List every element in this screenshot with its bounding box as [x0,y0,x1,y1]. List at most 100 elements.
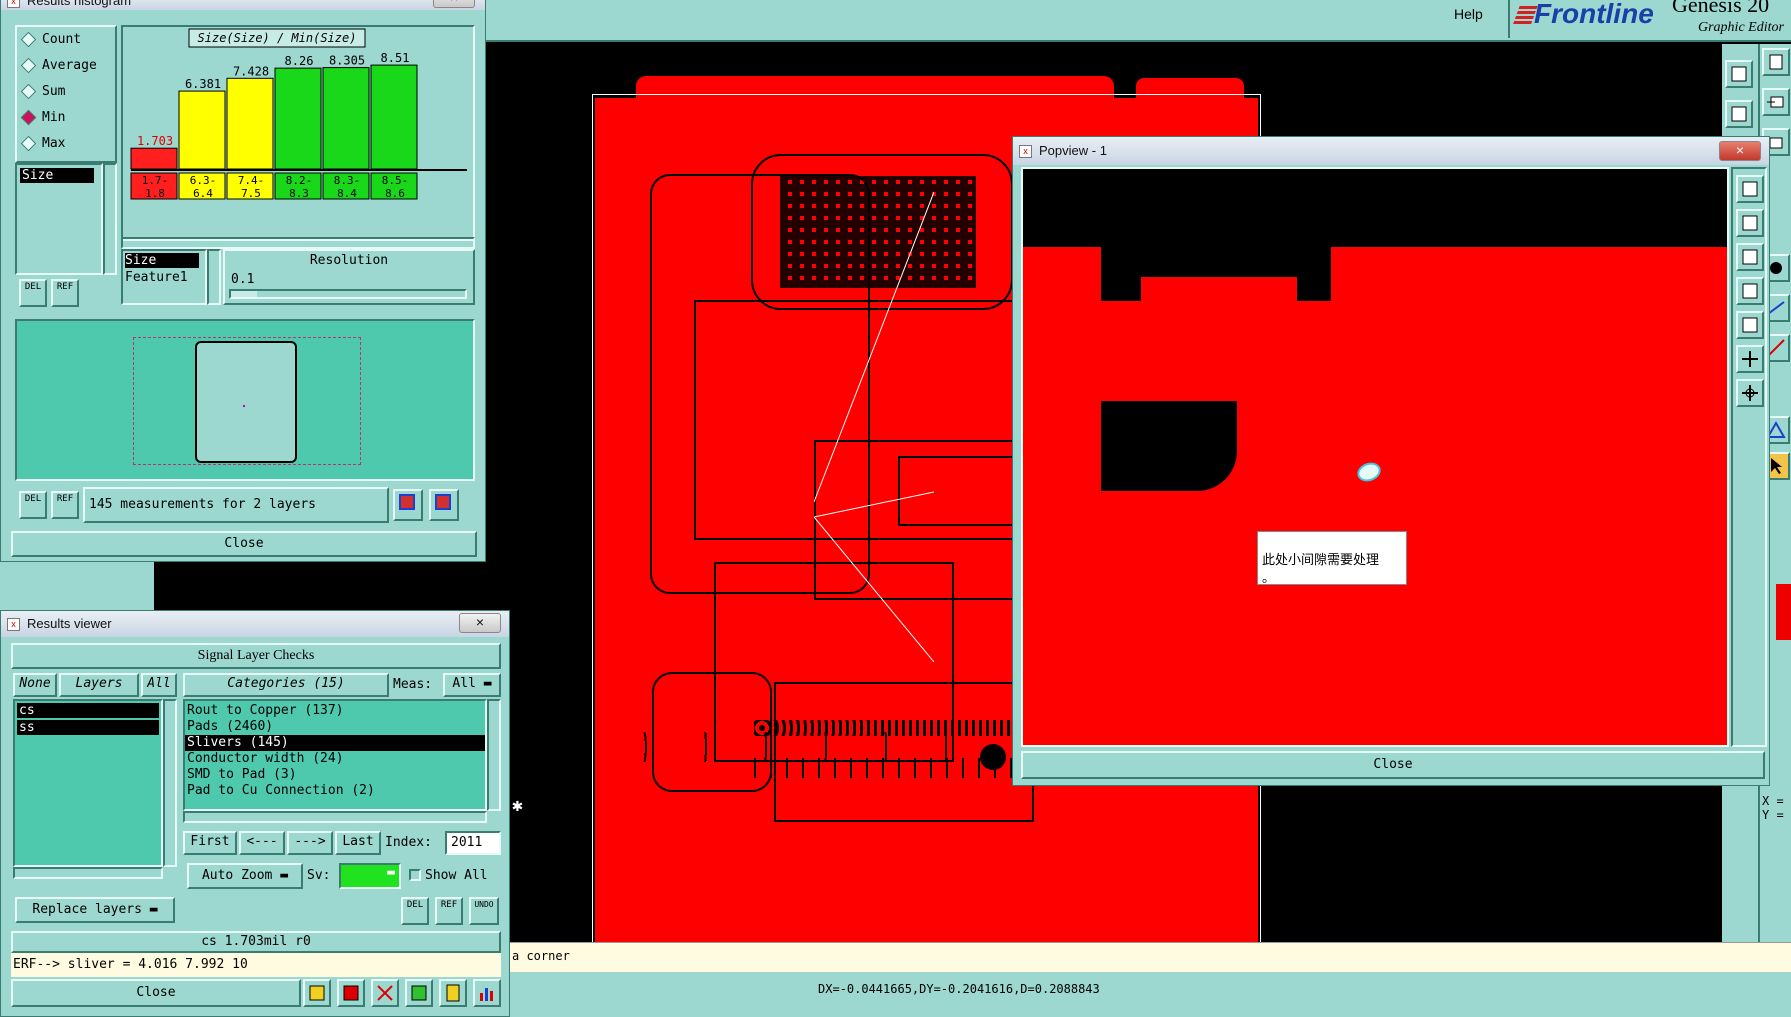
histogram-bar [322,67,370,170]
attr-item-feature[interactable]: Feature1 [125,270,203,285]
replace-layers-select[interactable]: Replace layers ▬ [15,897,175,923]
hist-ref-button[interactable]: REF [51,279,79,307]
zoom-in-icon[interactable] [1725,100,1753,128]
histogram-settings-icon[interactable] [429,489,459,521]
tool-icon-1[interactable] [303,979,331,1007]
categories-h-scroll[interactable] [183,811,487,823]
tool-icon-2[interactable] [337,979,365,1007]
stat-radio-sum[interactable]: Sum [17,79,115,105]
message-bar: a corner [440,942,1791,973]
histogram-titlebar[interactable]: x Results histogram × [1,0,485,10]
index-field[interactable]: 2011 [445,831,501,855]
import-icon[interactable] [1762,88,1790,116]
stat-radio-label: Min [42,110,66,125]
resolution-slider[interactable] [229,289,467,299]
categories-button[interactable]: Categories (15) [183,673,389,697]
viewer-close-button[interactable]: Close [11,979,301,1007]
category-item[interactable]: Pads (2460) [185,719,485,735]
pv-zoom-out-icon[interactable] [1736,209,1764,237]
stat-radio-count[interactable]: Count [17,27,115,53]
all-layers-button[interactable]: All [141,673,177,697]
category-label: 1.7- [142,174,169,187]
meas-select[interactable]: All ▬ [443,673,501,697]
attr-list-scroll[interactable] [207,249,221,305]
attr-list[interactable]: Size Feature1 [121,249,207,305]
product-subtitle: Graphic Editor [1698,20,1784,35]
bar-value-label: 8.305 [329,54,365,68]
layer-item-cs[interactable]: cs [17,703,159,718]
popview-titlebar[interactable]: x Popview - 1 × [1013,137,1769,165]
tool-icon-3[interactable] [371,979,399,1007]
stat-radio-min[interactable]: Min [17,105,115,131]
radio-indicator[interactable] [20,135,37,152]
histogram-bar [130,147,178,170]
resolution-slider-thumb[interactable] [231,291,257,297]
menu-help[interactable]: Help [1454,6,1483,22]
radio-indicator[interactable] [20,57,37,74]
chart-icon[interactable] [473,979,501,1007]
viewer-del-button[interactable]: DEL [401,897,429,925]
category-item[interactable]: Rout to Copper (137) [185,703,485,719]
measurement-status: 145 measurements for 2 layers [83,487,389,523]
stat-list-scroll[interactable] [103,163,117,275]
category-label: 8.3 [289,187,309,200]
histogram-close-button[interactable]: Close [11,531,477,557]
stat-radio-average[interactable]: Average [17,53,115,79]
none-button[interactable]: None [13,673,57,697]
category-item[interactable]: SMD to Pad (3) [185,767,485,783]
category-item[interactable]: Slivers (145) [185,735,485,751]
attr-item-size[interactable]: Size [125,253,199,268]
stat-list[interactable]: Size [15,163,103,275]
stat-list-item[interactable]: Size [20,168,94,183]
radio-indicator[interactable] [20,109,37,126]
categories-list[interactable]: Rout to Copper (137) Pads (2460) Slivers (… [183,699,487,811]
layers-h-scroll[interactable] [13,867,163,879]
chart-h-scroll[interactable] [121,237,475,249]
layers-list[interactable]: cs ss [13,699,163,867]
sv-select[interactable]: ▬ [339,863,401,889]
hist-ref-button-2[interactable]: REF [51,491,79,519]
category-label: 8.2- [286,174,313,187]
categories-scroll[interactable] [487,699,501,811]
viewer-undo-button[interactable]: UNDO [469,897,499,925]
sv-label: Sv: [307,868,331,883]
open-icon[interactable] [1762,48,1790,76]
histogram-export-icon[interactable] [393,489,423,521]
category-item[interactable]: Conductor width (24) [185,751,485,767]
report-icon[interactable] [439,979,467,1007]
zoom-home-icon[interactable] [1725,60,1753,88]
layer-item-ss[interactable]: ss [17,720,159,735]
pv-home-icon[interactable] [1736,345,1764,373]
stat-radio-max[interactable]: Max [17,131,115,157]
viewer-close-x[interactable]: × [459,613,501,633]
pv-center-icon[interactable] [1736,379,1764,407]
viewer-ref-button[interactable]: REF [435,897,463,925]
hist-del-button-2[interactable]: DEL [19,491,47,519]
viewer-titlebar[interactable]: x Results viewer × [1,611,509,637]
pv-zoom-area-icon[interactable] [1736,243,1764,271]
categories-items: Rout to Copper (137) Pads (2460) Slivers (… [185,701,485,799]
histogram-close-x[interactable]: × [433,0,475,8]
hist-del-button[interactable]: DEL [19,279,47,307]
popview-close-button[interactable]: Close [1021,751,1765,779]
layers-scroll[interactable] [163,699,177,867]
popview-close-x[interactable]: × [1719,141,1761,161]
last-button[interactable]: Last [335,831,381,855]
pv-zoom-fit-icon[interactable] [1736,277,1764,305]
status-line-text: cs 1.703mil r0 [201,934,311,949]
pv-pan-icon[interactable] [1736,311,1764,339]
radio-indicator[interactable] [20,31,37,48]
auto-zoom-select[interactable]: Auto Zoom ▬ [187,863,303,889]
layers-button[interactable]: Layers [59,673,139,697]
pv-zoom-in-icon[interactable] [1736,175,1764,203]
viewer-title: Results viewer [27,616,112,631]
tool-icon-4[interactable] [405,979,433,1007]
histogram-bar [274,67,322,170]
zoom-leader-lines [813,191,935,663]
first-button[interactable]: First [183,831,237,855]
radio-indicator[interactable] [20,83,37,100]
next-button[interactable]: ---> [287,831,333,855]
show-all-checkbox[interactable] [409,869,421,881]
prev-button[interactable]: <--- [239,831,285,855]
category-item[interactable]: Pad to Cu Connection (2) [185,783,485,799]
